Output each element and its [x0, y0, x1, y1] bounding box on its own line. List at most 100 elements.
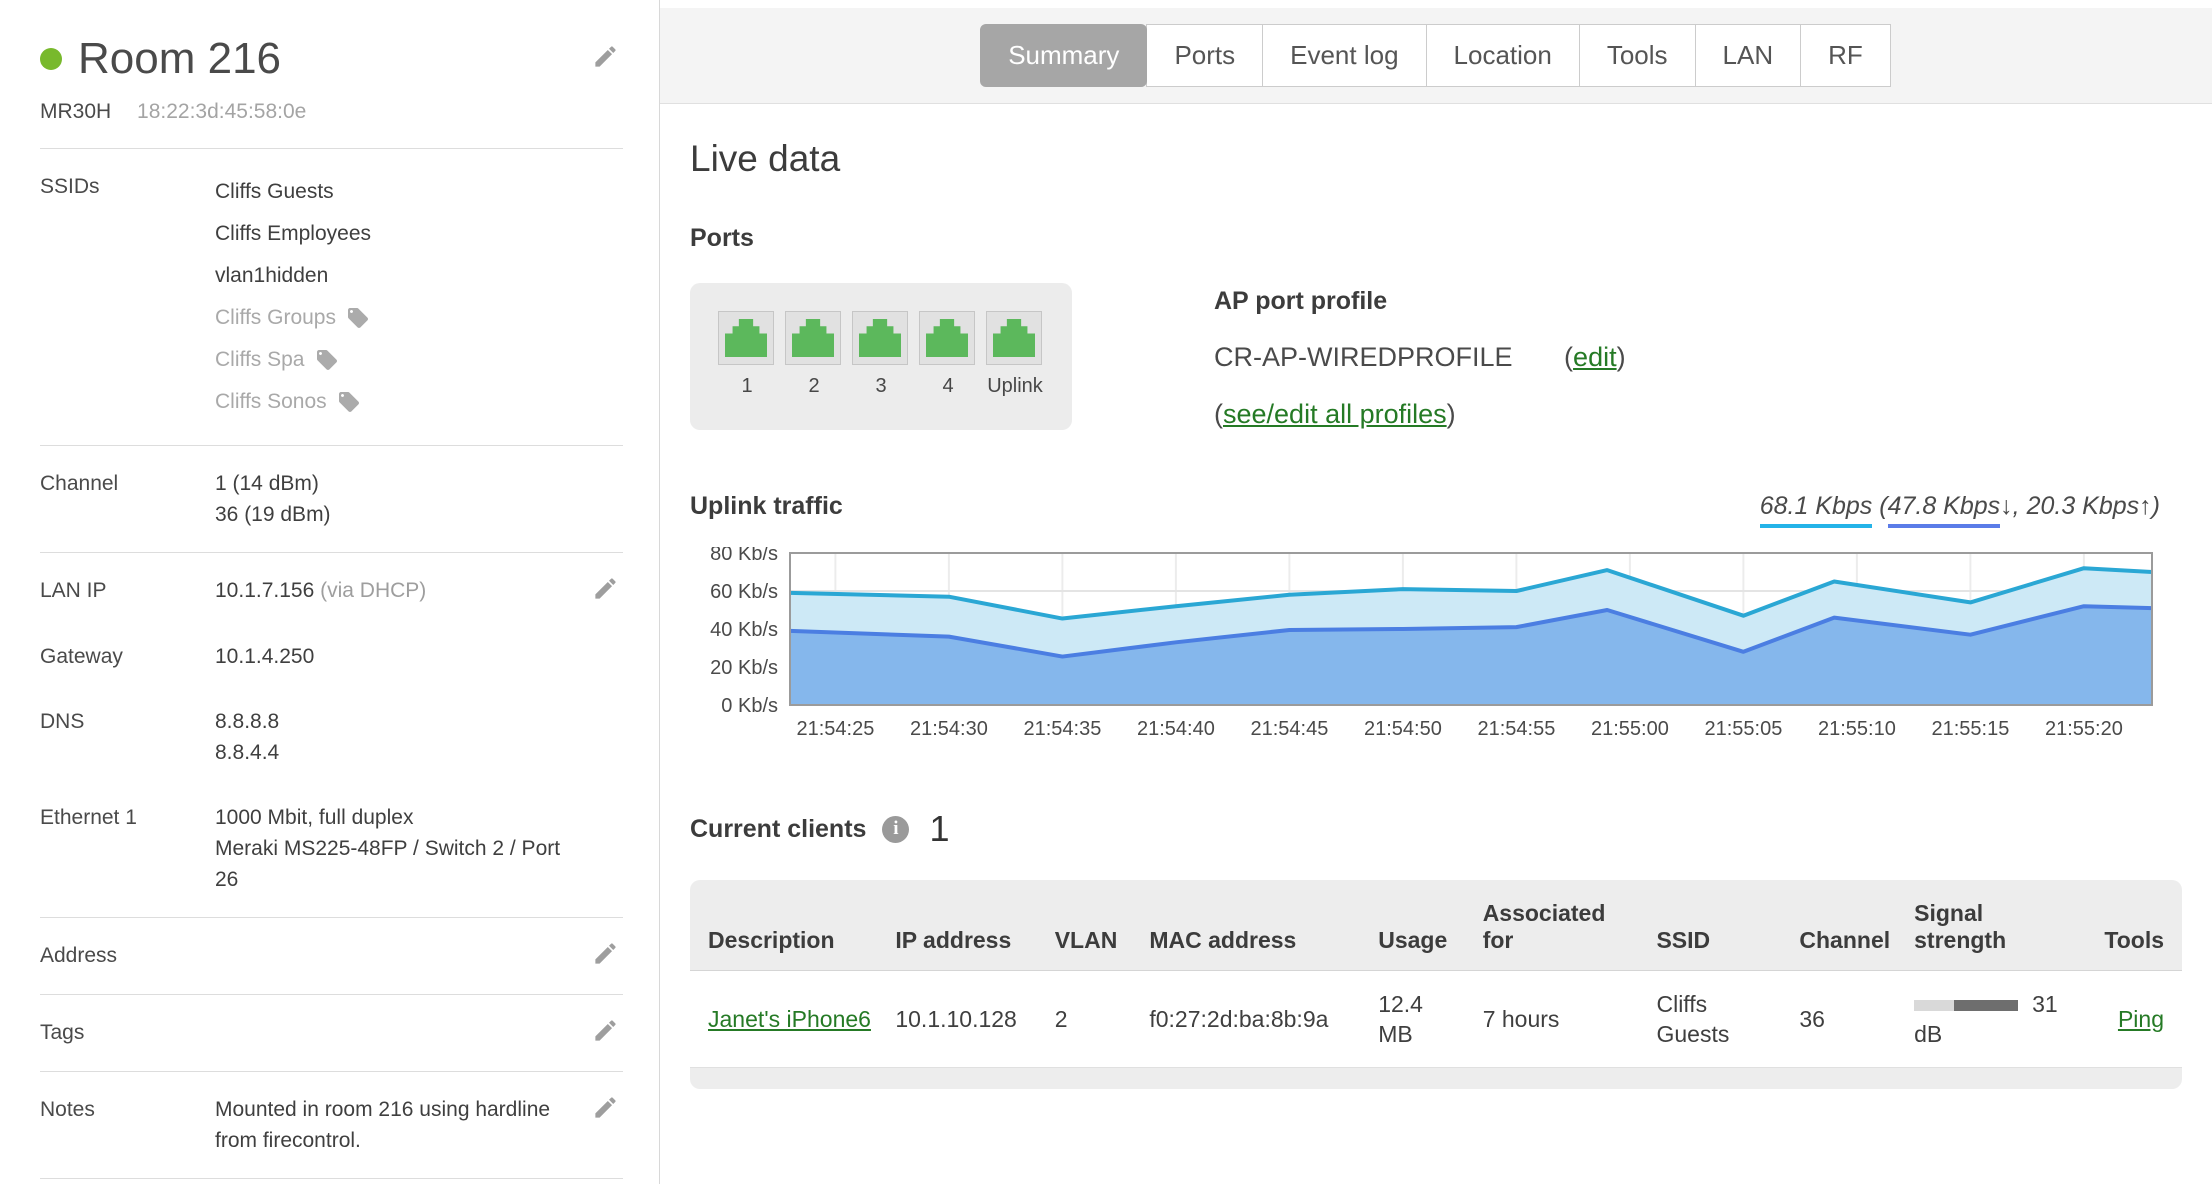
address-value: [215, 940, 567, 972]
col-header-tools[interactable]: Tools: [2091, 880, 2182, 971]
chart-x-tick-label: 21:54:45: [1250, 718, 1328, 740]
address-label: Address: [40, 944, 118, 967]
gateway-label: Gateway: [40, 645, 123, 668]
edit-address-pencil-icon[interactable]: [592, 940, 619, 972]
col-header-ssid[interactable]: SSID: [1644, 880, 1788, 971]
punct: (: [1564, 342, 1574, 372]
uplink-traffic-chart: 0 Kb/s 20 Kb/s 40 Kb/s 60 Kb/s 80 Kb/s 21:54:…: [710, 543, 2153, 740]
col-header-channel[interactable]: Channel: [1787, 880, 1903, 971]
ethernet-port-icon: [718, 311, 774, 365]
dns-row: DNS 8.8.8.8 8.8.4.4: [40, 706, 659, 768]
chart-x-tick-label: 21:54:40: [1137, 718, 1215, 740]
edit-tags-pencil-icon[interactable]: [592, 1017, 619, 1049]
chart-x-tick-label: 21:54:25: [796, 718, 874, 740]
port-label: 1: [741, 375, 753, 397]
device-name: Room 216: [78, 34, 282, 83]
client-cell-signal: 31 dB: [1902, 970, 2092, 1067]
client-cell-description: Janet's iPhone6: [690, 970, 884, 1067]
ethernet-row: Ethernet 1 1000 Mbit, full duplex Meraki…: [40, 802, 659, 895]
tags-section: Tags: [40, 995, 659, 1071]
pencil-icon: [595, 578, 616, 599]
tab-bar: Summary Ports Event log Location Tools LAN RF: [980, 24, 1891, 87]
uplink-total-throughput[interactable]: 68.1 Kbps: [1759, 492, 1873, 528]
chart-x-tick-label: 21:55:05: [1704, 718, 1782, 740]
client-cell-vlan: 2: [1042, 970, 1138, 1067]
uplink-download-throughput[interactable]: 47.8 Kbps: [1887, 492, 2001, 528]
edit-device-name-pencil-icon[interactable]: [592, 43, 619, 75]
uplink-throughput-stats: 68.1 Kbps (47.8 Kbps↓, 20.3 Kbps↑): [1759, 492, 2160, 528]
edit-profile-link[interactable]: edit: [1573, 342, 1617, 372]
col-header-ip-address[interactable]: IP address: [883, 880, 1043, 971]
chart-container: 0 Kb/s 20 Kb/s 40 Kb/s 60 Kb/s 80 Kb/s 21:54:…: [690, 543, 2182, 752]
tab-summary[interactable]: Summary: [980, 24, 1148, 87]
port-4[interactable]: 4: [919, 311, 977, 398]
client-description-link[interactable]: Janet's iPhone6: [708, 1006, 871, 1032]
client-count: 1: [929, 808, 950, 849]
col-header-vlan[interactable]: VLAN: [1042, 880, 1138, 971]
punct: ): [1446, 399, 1456, 429]
port-3[interactable]: 3: [852, 311, 910, 398]
tab-event-log[interactable]: Event log: [1262, 24, 1427, 87]
ssid-name: Cliffs Employees: [215, 222, 372, 245]
tab-lan[interactable]: LAN: [1694, 24, 1802, 87]
ethernet-speed: 1000 Mbit, full duplex: [215, 806, 414, 829]
lan-ip: 10.1.7.156: [215, 579, 315, 602]
dns-label: DNS: [40, 710, 85, 733]
col-header-description[interactable]: Description: [690, 880, 884, 971]
tags-label: Tags: [40, 1021, 85, 1044]
table-footer-bar: [690, 1067, 2182, 1089]
port-connector-shape: [993, 319, 1035, 357]
device-sidebar: Room 216 MR30H 18:22:3d:45:58:0e SSIDs C…: [0, 0, 660, 1184]
tab-tools[interactable]: Tools: [1578, 24, 1696, 87]
ssid-item: Cliffs Groups: [215, 297, 567, 339]
client-row: Janet's iPhone6 10.1.10.128 2 f0:27:2d:ba:8…: [690, 970, 2182, 1067]
chart-y-tick-label: 60 Kb/s: [710, 581, 778, 603]
ssid-list: Cliffs Guests Cliffs Employees vlan1hidden…: [215, 171, 567, 423]
port-2[interactable]: 2: [785, 311, 843, 398]
port-uplink[interactable]: Uplink: [986, 311, 1044, 398]
tab-rf[interactable]: RF: [1800, 24, 1891, 87]
col-header-usage[interactable]: Usage: [1366, 880, 1471, 971]
ssids-section: SSIDs Cliffs Guests Cliffs Employees vlan1…: [40, 149, 659, 445]
ssid-name: vlan1hidden: [215, 264, 329, 287]
edit-lan-ip-pencil-icon[interactable]: [592, 575, 619, 607]
col-header-signal-strength[interactable]: Signal strength: [1902, 880, 2092, 971]
lan-ip-row: LAN IP 10.1.7.156 (via DHCP): [40, 575, 659, 607]
uplink-traffic-heading: Uplink traffic: [690, 492, 843, 520]
ssid-name: Cliffs Groups: [215, 306, 336, 329]
pencil-icon: [595, 1020, 616, 1041]
ethernet-port-icon: [919, 311, 975, 365]
ssids-label: SSIDs: [40, 175, 100, 198]
port-label: Uplink: [987, 375, 1043, 397]
channel-label: Channel: [40, 472, 119, 495]
edit-notes-pencil-icon[interactable]: [592, 1094, 619, 1156]
tab-ports[interactable]: Ports: [1146, 24, 1264, 87]
main-content: Summary Ports Event log Location Tools LAN RF …: [660, 0, 2212, 1184]
col-header-mac-address[interactable]: MAC address: [1137, 880, 1367, 971]
ports-heading: Ports: [690, 224, 754, 252]
chart-x-tick-label: 21:55:15: [1931, 718, 2009, 740]
chart-x-tick-label: 21:55:10: [1818, 718, 1896, 740]
page-title: Live data: [690, 138, 841, 179]
col-header-associated-for[interactable]: Associated for: [1470, 880, 1645, 971]
up-arrow-icon: ↑): [2139, 492, 2160, 520]
client-cell-tool: Ping: [2091, 970, 2182, 1067]
port-panel-row: 1 2 3 4 Uplink: [718, 311, 1044, 398]
port-connector-shape: [725, 319, 767, 357]
chart-x-tick-label: 21:54:50: [1364, 718, 1442, 740]
chart-y-tick-label: 0 Kb/s: [721, 695, 778, 717]
see-edit-all-profiles-link[interactable]: see/edit all profiles: [1223, 399, 1447, 429]
down-arrow-icon: ↓,: [2000, 492, 2027, 520]
signal-strength-bar: [1914, 1000, 2019, 1012]
info-icon[interactable]: i: [882, 815, 910, 843]
clients-header-row: Description IP address VLAN MAC address Usag…: [690, 880, 2182, 971]
ethernet-switch: Meraki MS225-48FP / Switch 2 / Port 26: [215, 837, 561, 891]
ping-link[interactable]: Ping: [2118, 1006, 2164, 1032]
port-1[interactable]: 1: [718, 311, 776, 398]
chart-x-tick-label: 21:55:20: [2045, 718, 2123, 740]
channel-section: Channel 1 (14 dBm) 36 (19 dBm): [40, 446, 659, 552]
ssid-name: Cliffs Sonos: [215, 390, 327, 413]
pencil-icon: [595, 1097, 616, 1118]
punct: (: [1872, 492, 1888, 520]
tab-location[interactable]: Location: [1425, 24, 1580, 87]
